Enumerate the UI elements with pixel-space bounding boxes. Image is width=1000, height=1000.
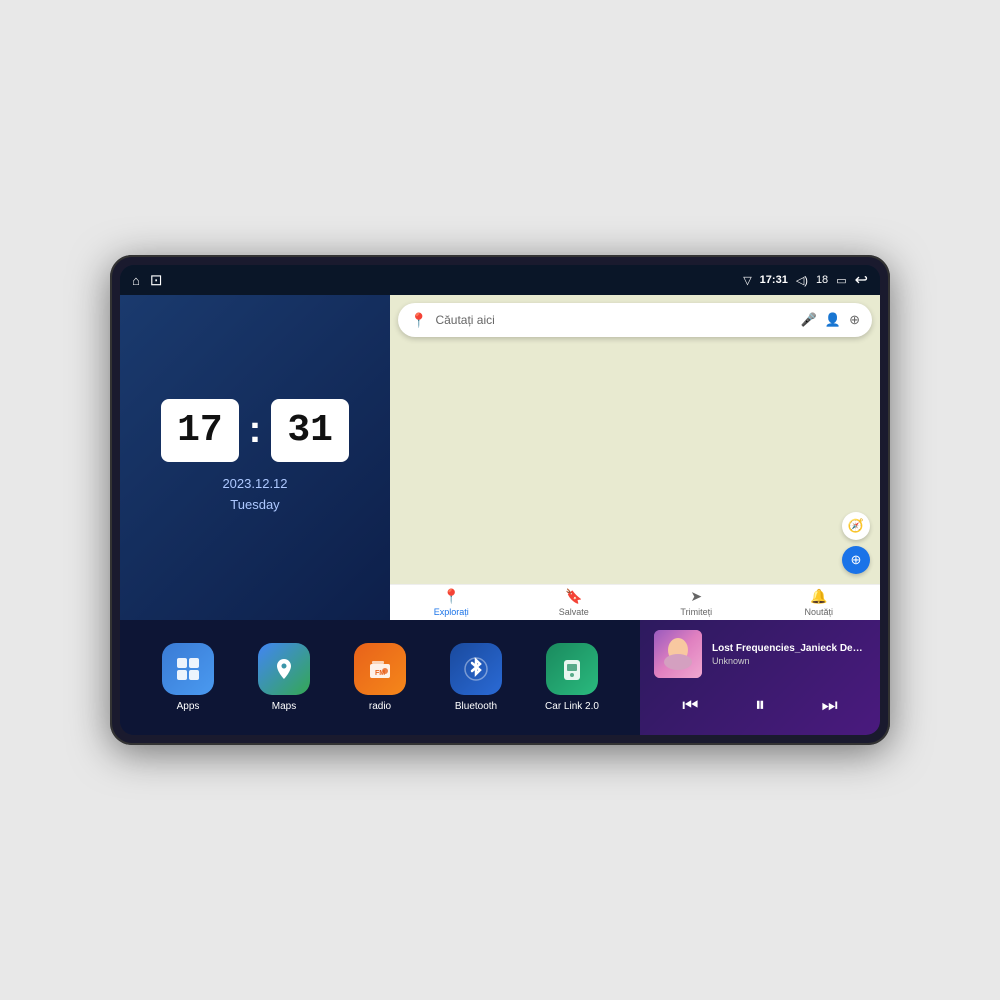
status-bar: ⌂ ⊡ ▽ 17:31 ◁) 18 ▭ ↩ [120,265,880,295]
carlink-label: Car Link 2.0 [545,701,599,712]
send-label: Trimiteți [680,607,712,617]
device-screen: ⌂ ⊡ ▽ 17:31 ◁) 18 ▭ ↩ 17 : [120,265,880,735]
apps-label: Apps [177,701,200,712]
explore-icon: 📍 [443,588,460,605]
carlink-icon [546,643,598,695]
map-background [390,295,880,584]
app-item-radio[interactable]: FM radio [350,643,410,712]
volume-icon: ◁) [796,274,808,287]
album-art [654,630,702,678]
home-icon[interactable]: ⌂ [132,273,140,288]
next-button[interactable]: ⏭ [814,691,846,720]
saved-icon: 🔖 [565,588,582,605]
map-widget[interactable]: BUCUREȘTI JUDEȚUL ILFOV Parcul Natural V… [390,295,880,620]
map-search-bar[interactable]: 📍 Căutați aici 🎤 👤 ⊕ [398,303,872,337]
signal-icon: ▽ [743,274,751,287]
main-content: 17 : 31 2023.12.12 Tuesday [120,295,880,735]
clock-separator: : [249,409,262,452]
battery-icon: ▭ [836,274,846,287]
map-nav-saved[interactable]: 🔖 Salvate [513,588,636,617]
date-display: 2023.12.12 [222,474,287,495]
day-of-week: Tuesday [222,495,287,516]
music-text: Lost Frequencies_Janieck Devy-... Unknow… [712,643,866,666]
map-nav-send[interactable]: ➤ Trimiteți [635,588,758,617]
apps-row: Apps Maps [120,620,640,735]
map-bottom-nav: 📍 Explorați 🔖 Salvate ➤ Trimiteți 🔔 [390,584,880,620]
battery-level: 18 [816,274,828,286]
radio-icon: FM [354,643,406,695]
news-icon: 🔔 [810,588,827,605]
maps-icon [258,643,310,695]
account-icon[interactable]: 👤 [825,312,841,328]
app-item-maps[interactable]: Maps [254,643,314,712]
date-info: 2023.12.12 Tuesday [222,474,287,516]
maps-label: Maps [272,701,296,712]
clock-hours: 17 [161,399,239,462]
compass-button[interactable]: 🧭 [842,512,870,540]
prev-button[interactable]: ⏮ [674,691,706,720]
map-search-text[interactable]: Căutați aici [435,313,792,327]
play-pause-button[interactable]: ⏸ [747,690,773,721]
saved-label: Salvate [559,607,589,617]
device-frame: ⌂ ⊡ ▽ 17:31 ◁) 18 ▭ ↩ 17 : [110,255,890,745]
album-art-face [654,630,702,678]
music-player: Lost Frequencies_Janieck Devy-... Unknow… [640,620,880,735]
top-section: 17 : 31 2023.12.12 Tuesday [120,295,880,620]
music-title: Lost Frequencies_Janieck Devy-... [712,643,866,654]
layers-icon[interactable]: ⊕ [849,312,860,328]
clock-minutes: 31 [271,399,349,462]
my-location-button[interactable]: ⊕ [842,546,870,574]
explore-label: Explorați [434,607,469,617]
clock-widget: 17 : 31 2023.12.12 Tuesday [120,295,390,620]
app-item-carlink[interactable]: Car Link 2.0 [542,643,602,712]
music-controls: ⏮ ⏸ ⏭ [654,686,866,725]
map-area[interactable]: BUCUREȘTI JUDEȚUL ILFOV Parcul Natural V… [390,295,880,584]
back-icon[interactable]: ↩ [855,270,868,290]
bluetooth-icon [450,643,502,695]
music-info-row: Lost Frequencies_Janieck Devy-... Unknow… [654,630,866,678]
app-item-bluetooth[interactable]: Bluetooth [446,643,506,712]
radio-label: radio [369,701,391,712]
maps-shortcut-icon[interactable]: ⊡ [150,271,163,289]
music-artist: Unknown [712,656,866,666]
mic-icon[interactable]: 🎤 [801,312,817,328]
bluetooth-label: Bluetooth [455,701,497,712]
map-nav-explore[interactable]: 📍 Explorați [390,588,513,617]
status-bar-right: ▽ 17:31 ◁) 18 ▭ ↩ [743,270,868,290]
status-time: 17:31 [760,274,788,286]
map-search-icons: 🎤 👤 ⊕ [801,312,860,328]
apps-icon [162,643,214,695]
map-nav-news[interactable]: 🔔 Noutăți [758,588,881,617]
send-icon: ➤ [690,588,702,605]
status-bar-left: ⌂ ⊡ [132,271,162,289]
map-pin-icon: 📍 [410,312,427,329]
news-label: Noutăți [804,607,833,617]
bottom-section: Apps Maps [120,620,880,735]
clock-display: 17 : 31 [161,399,349,462]
app-item-apps[interactable]: Apps [158,643,218,712]
